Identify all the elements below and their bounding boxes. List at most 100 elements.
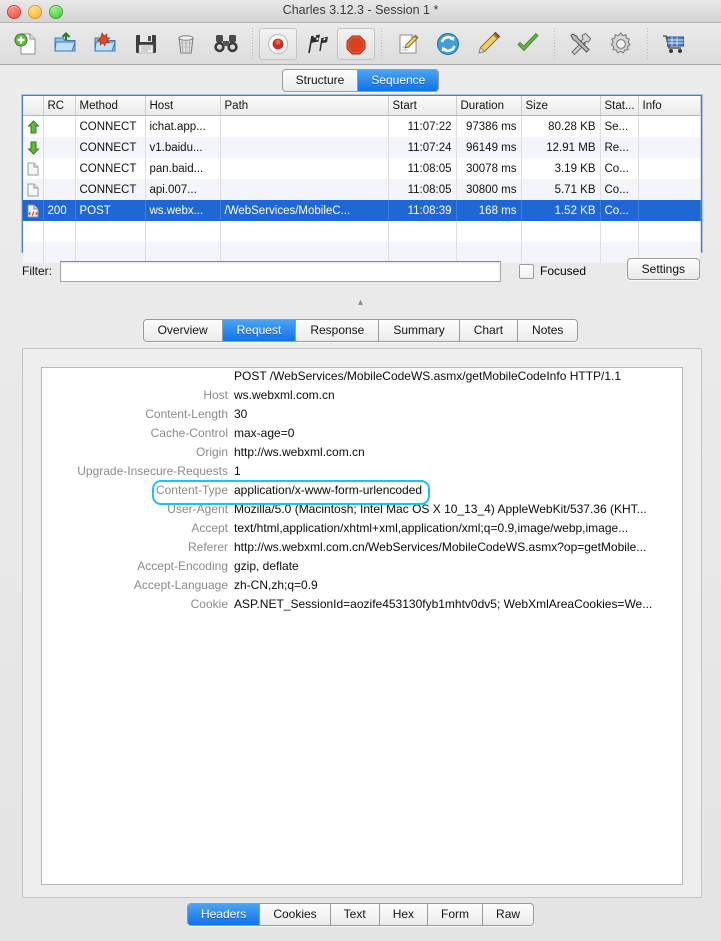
tab-headers[interactable]: Headers (187, 904, 260, 925)
table-row[interactable]: CONNECT api.007... 11:08:05 30800 ms 5.71 KB… (23, 179, 701, 200)
edit-pencil-icon[interactable] (468, 26, 508, 62)
tab-raw[interactable]: Raw (482, 904, 534, 925)
cell-info (638, 200, 701, 221)
cell-info (638, 115, 701, 137)
filter-bar: Filter: Focused Settings (22, 258, 700, 284)
table-row[interactable]: CONNECT ichat.app... 11:07:22 97386 ms 80.28… (23, 115, 701, 137)
cell-host: ws.webx... (145, 200, 221, 221)
col-size[interactable]: Size (521, 96, 601, 116)
open-session-icon[interactable] (46, 26, 86, 62)
cell-duration: 97386 ms (456, 115, 522, 137)
tab-overview[interactable]: Overview (143, 320, 222, 341)
tab-chart[interactable]: Chart (458, 320, 518, 341)
page-icon (27, 183, 39, 196)
header-key: Accept-Encoding (137, 559, 228, 573)
headers-viewer[interactable]: POST /WebServices/MobileCodeWS.asmx/getM… (41, 367, 683, 885)
tab-request[interactable]: Request (221, 320, 296, 341)
header-key: Cache-Control (150, 426, 228, 440)
cell-rc (43, 137, 76, 158)
session-table[interactable]: RC Method Host Path Start Duration Size … (22, 95, 702, 263)
col-path[interactable]: Path (220, 96, 389, 116)
cell-duration: 96149 ms (456, 137, 522, 158)
breakpoints-stop-icon[interactable] (337, 27, 375, 60)
header-row[interactable]: Content-Length 30 (42, 406, 682, 425)
header-row[interactable]: Accept-Language zh-CN,zh;q=0.9 (42, 577, 682, 596)
cell-size: 1.52 KB (521, 200, 601, 221)
table-row[interactable]: 200 POST ws.webx.../WebServices/MobileC...… (23, 200, 701, 221)
col-info[interactable]: Info (638, 96, 701, 116)
cell-host: ichat.app... (145, 115, 221, 137)
header-value: gzip, deflate (234, 559, 299, 573)
header-value: http://ws.webxml.com.cn/WebServices/Mobi… (234, 540, 647, 554)
toolbar-group-purchase (654, 23, 694, 64)
cell-rc: 200 (43, 200, 76, 221)
collapse-chevron-icon[interactable]: ▴ (0, 298, 721, 308)
col-rc[interactable]: RC (43, 96, 76, 116)
header-row[interactable]: Accept-Encoding gzip, deflate (42, 558, 682, 577)
tab-cookies[interactable]: Cookies (259, 904, 330, 925)
tab-form[interactable]: Form (427, 904, 483, 925)
toolbar-group-tools (388, 23, 548, 64)
header-value: text/html,application/xhtml+xml,applicat… (234, 521, 629, 535)
cell-status: Se... (600, 115, 639, 137)
clear-session-trash-icon[interactable] (166, 26, 206, 62)
row-type-icon (23, 200, 44, 221)
cart-icon[interactable] (654, 26, 694, 62)
header-row[interactable]: Host ws.webxml.com.cn (42, 387, 682, 406)
row-type-icon (23, 137, 44, 158)
header-row[interactable]: Cache-Control max-age=0 (42, 425, 682, 444)
tab-text[interactable]: Text (329, 904, 379, 925)
cell-method: POST (75, 200, 146, 221)
focused-checkbox-group[interactable]: Focused (519, 263, 586, 279)
header-key: Content-Type (155, 483, 228, 497)
import-session-icon[interactable] (86, 26, 126, 62)
col-gutter[interactable] (23, 96, 44, 116)
repeat-icon[interactable] (428, 26, 468, 62)
cell-status: Co... (600, 179, 639, 200)
tab-structure[interactable]: Structure (282, 69, 358, 91)
settings-button[interactable]: Settings (626, 258, 700, 280)
cell-size: 5.71 KB (521, 179, 601, 200)
header-row[interactable]: Referer http://ws.webxml.com.cn/WebServic… (42, 539, 682, 558)
table-row[interactable]: CONNECT v1.baidu... 11:07:24 96149 ms 12.91 … (23, 137, 701, 158)
toolbar-group-record (259, 23, 375, 64)
table-row[interactable]: CONNECT pan.baid... 11:08:05 30078 ms 3.19 K… (23, 158, 701, 179)
cell-start: 11:08:05 (388, 179, 457, 200)
col-method[interactable]: Method (75, 96, 146, 116)
header-row[interactable]: Content-Type application/x-www-form-urlen… (42, 482, 682, 501)
header-row[interactable]: Upgrade-Insecure-Requests 1 (42, 463, 682, 482)
settings-gear-icon[interactable] (601, 26, 641, 62)
header-value: 1 (234, 464, 241, 478)
header-row[interactable]: Accept text/html,application/xhtml+xml,ap… (42, 520, 682, 539)
toolbar-group-file (6, 23, 246, 64)
cell-start: 11:08:39 (388, 200, 457, 221)
arrow-up-icon (27, 119, 40, 133)
filter-input[interactable] (60, 260, 501, 282)
tab-response[interactable]: Response (295, 320, 379, 341)
tools-icon[interactable] (561, 26, 601, 62)
tab-summary[interactable]: Summary (378, 320, 459, 341)
save-session-icon[interactable] (126, 26, 166, 62)
col-status[interactable]: Stat... (600, 96, 639, 116)
compose-icon[interactable] (388, 26, 428, 62)
validate-check-icon[interactable] (508, 26, 548, 62)
header-row[interactable]: User-Agent Mozilla/5.0 (Macintosh; Intel … (42, 501, 682, 520)
new-session-icon[interactable] (6, 26, 46, 62)
request-line: POST /WebServices/MobileCodeWS.asmx/getM… (234, 369, 622, 383)
tab-hex[interactable]: Hex (378, 904, 428, 925)
throttle-flags-icon[interactable] (297, 26, 337, 62)
col-start[interactable]: Start (388, 96, 457, 116)
tab-sequence[interactable]: Sequence (357, 69, 439, 91)
toolbar-separator (252, 28, 253, 59)
header-row[interactable]: Cookie ASP.NET_SessionId=aozife453130fyb1… (42, 596, 682, 615)
tab-notes[interactable]: Notes (517, 320, 578, 341)
header-row[interactable]: Origin http://ws.webxml.com.cn (42, 444, 682, 463)
col-duration[interactable]: Duration (456, 96, 522, 116)
focused-checkbox[interactable] (519, 263, 534, 279)
cell-method: CONNECT (75, 137, 146, 158)
find-binoculars-icon[interactable] (206, 26, 246, 62)
record-icon[interactable] (259, 27, 297, 60)
col-host[interactable]: Host (145, 96, 221, 116)
cell-info (638, 137, 701, 158)
page-code-icon (27, 204, 39, 217)
